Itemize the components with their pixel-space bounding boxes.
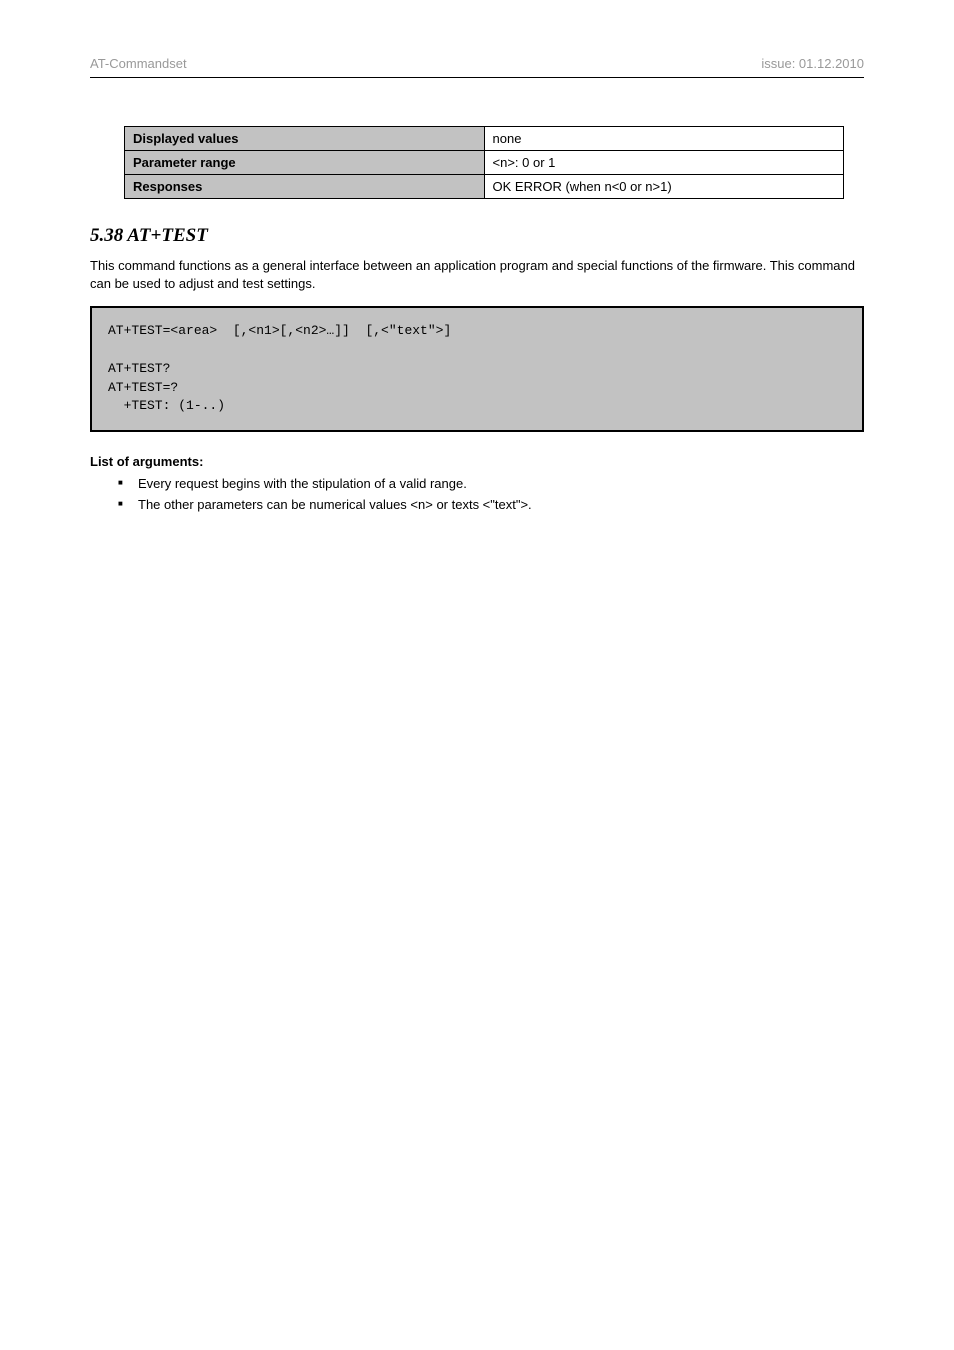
spec-val: <n>: 0 or 1: [484, 151, 844, 175]
arguments-heading: List of arguments:: [90, 454, 864, 469]
document-page: AT-Commandset issue: 01.12.2010 Displaye…: [0, 0, 954, 596]
table-row: Parameter range <n>: 0 or 1: [125, 151, 844, 175]
spec-val: none: [484, 127, 844, 151]
spec-key: Displayed values: [125, 127, 485, 151]
section-heading: 5.38 AT+TEST: [90, 225, 864, 247]
spec-table-wrap: Displayed values none Parameter range <n…: [124, 126, 864, 199]
table-row: Responses OK ERROR (when n<0 or n>1): [125, 175, 844, 199]
spec-key: Responses: [125, 175, 485, 199]
intro-paragraph: This command functions as a general inte…: [90, 257, 864, 292]
table-row: Displayed values none: [125, 127, 844, 151]
header-left: AT-Commandset: [90, 56, 187, 71]
spec-table: Displayed values none Parameter range <n…: [124, 126, 844, 199]
header-right: issue: 01.12.2010: [761, 56, 864, 71]
page-header: AT-Commandset issue: 01.12.2010: [90, 56, 864, 78]
code-block: AT+TEST=<area> [,<n1>[,<n2>…]] [,<"text"…: [90, 306, 864, 432]
list-item: The other parameters can be numerical va…: [118, 496, 864, 514]
spec-key: Parameter range: [125, 151, 485, 175]
spec-val: OK ERROR (when n<0 or n>1): [484, 175, 844, 199]
list-item: Every request begins with the stipulatio…: [118, 475, 864, 493]
arguments-list: Every request begins with the stipulatio…: [118, 475, 864, 513]
